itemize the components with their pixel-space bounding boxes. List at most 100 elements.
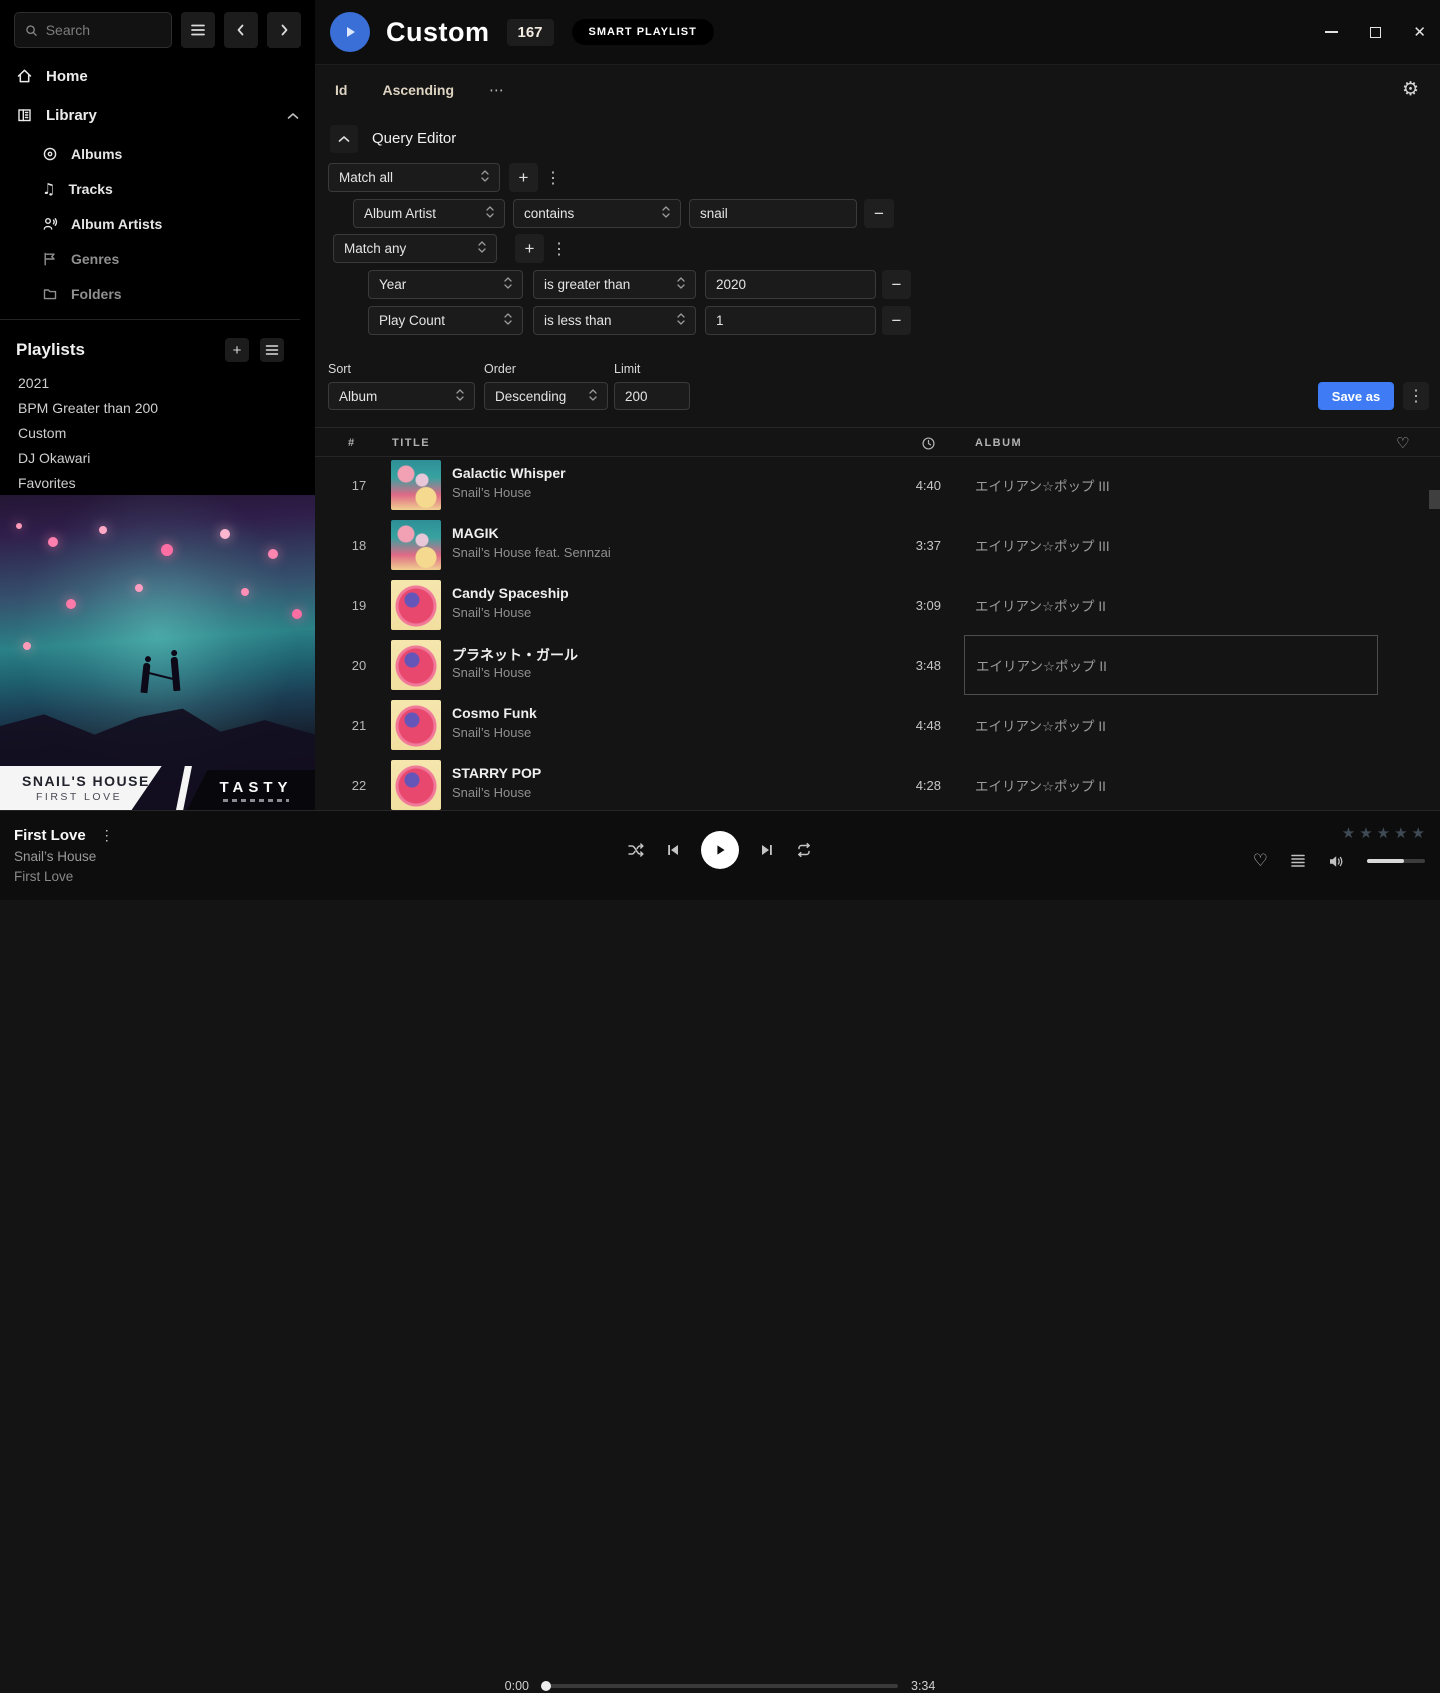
playlist-item[interactable]: Custom bbox=[0, 421, 315, 444]
disc-icon bbox=[42, 146, 58, 162]
playlist-item[interactable]: 2021 bbox=[0, 371, 315, 394]
queue-button[interactable] bbox=[1290, 854, 1306, 868]
window-minimize-button[interactable] bbox=[1325, 24, 1338, 40]
sort-direction-button[interactable]: Ascending bbox=[382, 82, 454, 98]
favorite-button[interactable]: ♡ bbox=[1253, 851, 1268, 871]
track-number: 17 bbox=[341, 457, 377, 515]
window-close-button[interactable]: ✕ bbox=[1413, 24, 1426, 40]
shuffle-button[interactable] bbox=[627, 842, 645, 858]
play-playlist-button[interactable] bbox=[330, 12, 370, 52]
add-playlist-button[interactable]: + bbox=[225, 338, 249, 362]
seek-knob[interactable] bbox=[541, 1681, 551, 1691]
sidebar-item-genres[interactable]: Genres bbox=[0, 246, 315, 272]
rule-operator-select[interactable]: contains bbox=[513, 199, 681, 228]
table-row[interactable]: 17 Galactic Whisper Snail’s House 4:40 エ… bbox=[315, 457, 1440, 515]
match-type-select-1[interactable]: Match all bbox=[328, 163, 500, 192]
settings-gear-button[interactable]: ⚙ bbox=[1402, 78, 1419, 101]
rule-field-select[interactable]: Play Count bbox=[368, 306, 523, 335]
rule-value-input[interactable] bbox=[705, 306, 876, 335]
save-as-button[interactable]: Save as bbox=[1318, 382, 1394, 410]
remove-rule-button[interactable]: − bbox=[882, 306, 911, 335]
playlist-item[interactable]: BPM Greater than 200 bbox=[0, 396, 315, 419]
track-album[interactable]: エイリアン☆ポップ II bbox=[964, 575, 1378, 635]
track-album[interactable]: エイリアン☆ポップ II bbox=[964, 695, 1378, 755]
previous-button[interactable] bbox=[665, 843, 681, 857]
match-type-select-2[interactable]: Match any bbox=[333, 234, 497, 263]
playlist-item[interactable]: Favorites bbox=[0, 471, 315, 494]
select-value: Match all bbox=[339, 170, 393, 185]
volume-slider[interactable] bbox=[1367, 859, 1425, 863]
track-album[interactable]: エイリアン☆ポップ III bbox=[964, 457, 1378, 515]
playlist-label: Custom bbox=[18, 425, 66, 441]
next-button[interactable] bbox=[759, 843, 775, 857]
sidebar-item-library[interactable]: Library bbox=[0, 101, 315, 129]
group-options-button-2[interactable]: ⋮ bbox=[550, 234, 568, 263]
playlist-item[interactable]: DJ Okawari bbox=[0, 446, 315, 469]
now-playing-options-button[interactable]: ⋮ bbox=[100, 827, 114, 844]
menu-button[interactable] bbox=[181, 12, 215, 48]
more-options-button[interactable]: ⋯ bbox=[489, 81, 505, 99]
search-input[interactable] bbox=[46, 22, 161, 38]
remove-rule-button[interactable]: − bbox=[882, 270, 911, 299]
nav-back-button[interactable] bbox=[224, 12, 258, 48]
table-row[interactable]: 21 Cosmo Funk Snail’s House 4:48 エイリアン☆ポ… bbox=[315, 695, 1440, 755]
track-album[interactable]: エイリアン☆ポップ III bbox=[964, 515, 1378, 575]
track-album[interactable]: エイリアン☆ポップ II bbox=[964, 755, 1378, 810]
star-icon[interactable]: ★ bbox=[1377, 824, 1390, 842]
track-artist: Snail’s House bbox=[452, 665, 531, 680]
query-editor-collapse-button[interactable] bbox=[330, 125, 358, 153]
rule-field-select[interactable]: Year bbox=[368, 270, 523, 299]
chevron-right-icon bbox=[277, 23, 291, 37]
sidebar-item-album-artists[interactable]: Album Artists bbox=[0, 211, 315, 237]
table-row[interactable]: 19 Candy Spaceship Snail’s House 3:09 エイ… bbox=[315, 575, 1440, 635]
select-value: Descending bbox=[495, 389, 566, 404]
save-options-button[interactable]: ⋮ bbox=[1403, 382, 1429, 410]
star-icon[interactable]: ★ bbox=[1359, 824, 1372, 842]
order-select[interactable]: Descending bbox=[484, 382, 608, 410]
add-rule-button-1[interactable]: + bbox=[509, 163, 538, 192]
remove-rule-button[interactable]: − bbox=[864, 199, 894, 228]
list-icon bbox=[265, 344, 279, 356]
star-icon[interactable]: ★ bbox=[1342, 824, 1355, 842]
window-maximize-button[interactable] bbox=[1370, 24, 1381, 40]
rule-field-select[interactable]: Album Artist bbox=[353, 199, 505, 228]
sort-field-button[interactable]: Id bbox=[335, 82, 347, 98]
table-row[interactable]: 22 STARRY POP Snail’s House 4:28 エイリアン☆ポ… bbox=[315, 755, 1440, 810]
column-title[interactable]: TITLE bbox=[392, 428, 430, 458]
nav-forward-button[interactable] bbox=[267, 12, 301, 48]
play-pause-button[interactable] bbox=[701, 831, 739, 869]
sidebar-item-home[interactable]: Home bbox=[0, 62, 315, 90]
seek-slider[interactable] bbox=[542, 1684, 898, 1688]
star-icon[interactable]: ★ bbox=[1412, 824, 1425, 842]
table-row[interactable]: 18 MAGIK Snail’s House feat. Sennzai 3:3… bbox=[315, 515, 1440, 575]
column-index[interactable]: # bbox=[348, 428, 356, 458]
column-favorite[interactable]: ♡ bbox=[1396, 428, 1411, 458]
column-album[interactable]: ALBUM bbox=[975, 428, 1022, 458]
rule-operator-select[interactable]: is greater than bbox=[533, 270, 696, 299]
rule-value-input[interactable] bbox=[705, 270, 876, 299]
scrollbar-thumb[interactable] bbox=[1429, 490, 1440, 509]
star-icon[interactable]: ★ bbox=[1394, 824, 1407, 842]
sort-select[interactable]: Album bbox=[328, 382, 475, 410]
table-row[interactable]: 20 プラネット・ガール Snail’s House 3:48 エイリアン☆ポッ… bbox=[315, 635, 1440, 695]
rule-value-input[interactable] bbox=[689, 199, 857, 228]
limit-input[interactable] bbox=[614, 382, 690, 410]
add-rule-button-2[interactable]: + bbox=[515, 234, 544, 263]
sidebar-item-label: Genres bbox=[71, 251, 119, 267]
sidebar-item-albums[interactable]: Albums bbox=[0, 141, 315, 167]
play-icon bbox=[713, 843, 727, 857]
collapse-chevron-icon[interactable] bbox=[287, 107, 299, 124]
sidebar-item-folders[interactable]: Folders bbox=[0, 281, 315, 307]
rule-operator-select[interactable]: is less than bbox=[533, 306, 696, 335]
manage-playlists-button[interactable] bbox=[260, 338, 284, 362]
repeat-button[interactable] bbox=[795, 842, 813, 858]
track-album-focused-cell[interactable]: エイリアン☆ポップ II bbox=[964, 635, 1378, 695]
group-options-button-1[interactable]: ⋮ bbox=[544, 163, 562, 192]
sidebar-item-tracks[interactable]: ♫ Tracks bbox=[0, 176, 315, 202]
volume-button[interactable] bbox=[1328, 854, 1345, 869]
column-duration[interactable] bbox=[921, 428, 936, 458]
select-value: is greater than bbox=[544, 277, 630, 292]
order-label: Order bbox=[484, 362, 516, 376]
search-box[interactable] bbox=[14, 12, 172, 48]
artist-icon bbox=[42, 216, 58, 232]
